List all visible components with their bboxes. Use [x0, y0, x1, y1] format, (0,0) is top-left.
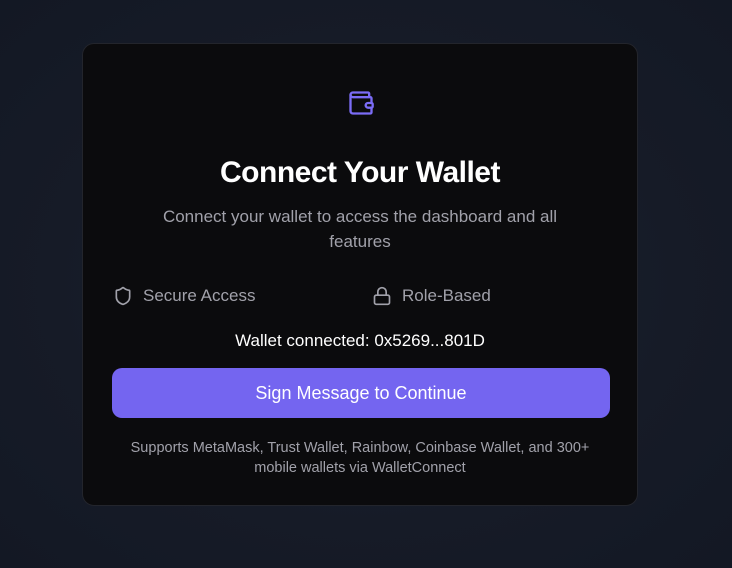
feature-label: Role-Based: [402, 286, 491, 305]
feature-role-based: Role-Based: [372, 286, 491, 306]
supported-wallets-note: Supports MetaMask, Trust Wallet, Rainbow…: [130, 440, 590, 476]
lock-icon: [373, 286, 391, 306]
feature-label: Secure Access: [143, 286, 256, 305]
connect-wallet-card: Connect Your Wallet Connect your wallet …: [82, 43, 638, 506]
feature-secure-access: Secure Access: [113, 286, 255, 306]
wallet-status: Wallet connected: 0x5269...801D: [235, 331, 485, 350]
page-title: Connect Your Wallet: [220, 156, 500, 189]
subtitle: Connect your wallet to access the dashbo…: [162, 207, 558, 251]
wallet-icon: [349, 91, 374, 115]
shield-icon: [115, 286, 131, 306]
sign-message-button[interactable]: Sign Message to Continue: [112, 368, 610, 418]
